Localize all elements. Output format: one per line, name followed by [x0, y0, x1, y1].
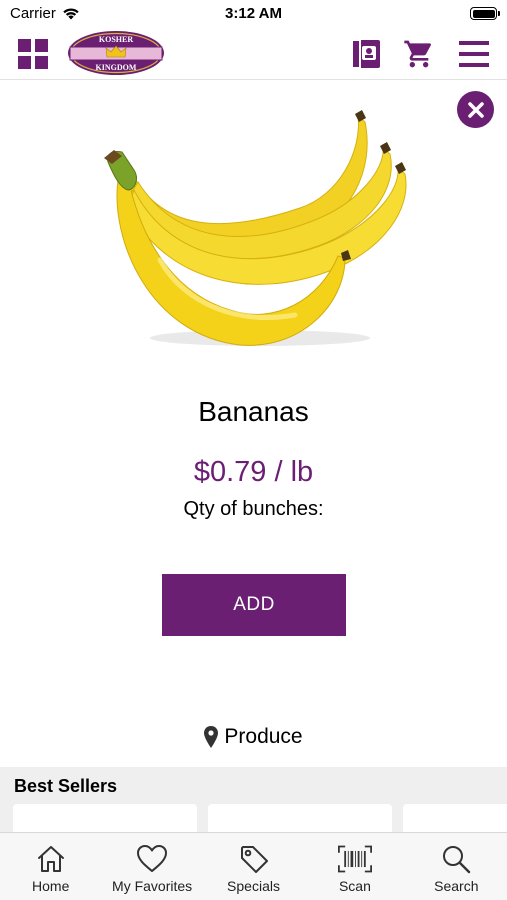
best-sellers-section: Best Sellers [0, 767, 507, 844]
best-sellers-title: Best Sellers [14, 776, 118, 796]
tab-label: Search [434, 878, 479, 894]
tab-my-favorites[interactable]: My Favorites [101, 833, 202, 900]
tag-icon [237, 842, 271, 876]
add-to-cart-button[interactable]: ADD [162, 574, 346, 636]
kosher-kingdom-logo[interactable]: KOSHER KINGDOM [66, 28, 166, 78]
svg-text:KOSHER: KOSHER [99, 35, 133, 44]
status-time: 3:12 AM [225, 5, 282, 22]
bottom-tab-bar: Home My Favorites Specials Scan Search [0, 832, 507, 900]
tab-specials[interactable]: Specials [203, 833, 304, 900]
category-label: Produce [224, 725, 303, 748]
tab-label: Specials [227, 878, 280, 894]
quantity-label: Qty of bunches: [183, 498, 324, 520]
tab-scan[interactable]: Scan [304, 833, 405, 900]
product-image [100, 110, 410, 350]
location-pin-icon [204, 726, 219, 748]
app-header: KOSHER KINGDOM [0, 28, 507, 80]
close-icon [467, 101, 484, 118]
home-icon [34, 842, 68, 876]
close-button[interactable] [457, 91, 494, 128]
tab-label: My Favorites [112, 878, 193, 894]
heart-icon [135, 842, 169, 876]
battery-icon [470, 7, 500, 20]
cart-icon[interactable] [402, 37, 436, 71]
search-icon [439, 842, 473, 876]
tab-label: Scan [338, 878, 371, 894]
tab-home[interactable]: Home [0, 833, 101, 900]
tab-label: Home [32, 878, 70, 894]
tab-search[interactable]: Search [406, 833, 507, 900]
product-price: $0.79 / lb [193, 456, 314, 488]
svg-text:KINGDOM: KINGDOM [96, 63, 137, 72]
barcode-icon [337, 842, 372, 876]
menu-icon[interactable] [457, 37, 491, 71]
status-bar: Carrier 3:12 AM [0, 0, 507, 28]
product-category[interactable]: Produce [0, 725, 507, 749]
product-name: Bananas [198, 396, 309, 427]
circular-icon[interactable] [349, 37, 383, 71]
grid-icon[interactable] [16, 37, 50, 71]
